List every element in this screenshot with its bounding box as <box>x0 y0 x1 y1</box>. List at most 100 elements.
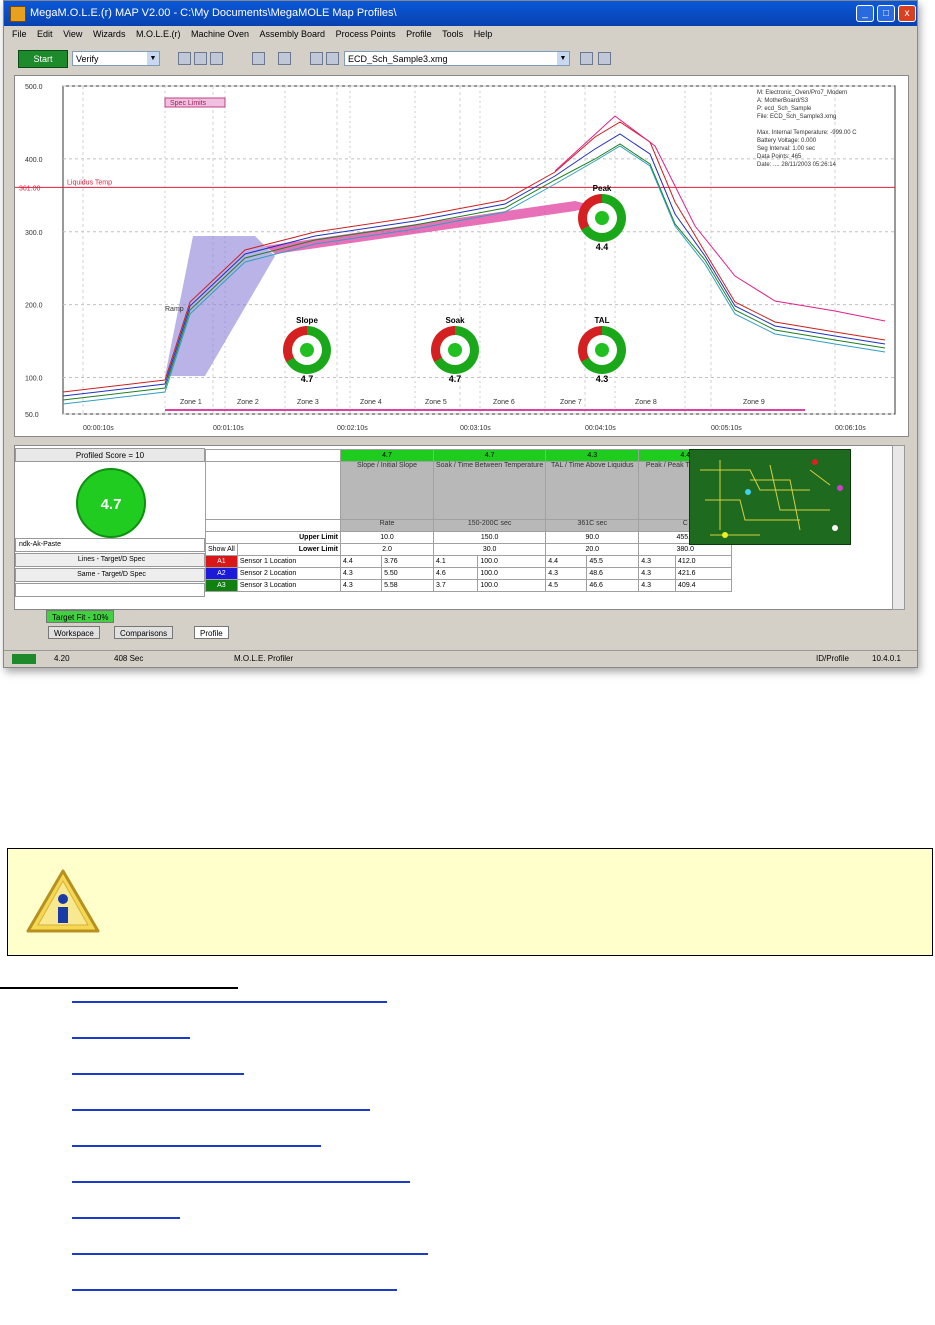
gauge-dial <box>431 326 479 374</box>
cell: 5.50 <box>381 567 434 580</box>
table-row[interactable]: A3 Sensor 3 Location 4.3 5.58 3.7 100.0 … <box>205 579 733 592</box>
sensor-name: Sensor 1 Location <box>236 555 342 568</box>
doc-link-8[interactable] <box>72 1253 428 1255</box>
copy-icon[interactable] <box>252 52 265 65</box>
menu-bar: File Edit View Wizards M.O.L.E.(r) Machi… <box>4 26 917 43</box>
minimize-button[interactable]: _ <box>856 5 874 22</box>
next-icon[interactable] <box>580 52 593 65</box>
profile-chart[interactable]: 500.0 400.0 300.0 200.0 100.0 50.0 00:00:10s 00… <box>14 75 909 437</box>
save-icon[interactable] <box>194 52 207 65</box>
menu-tools[interactable]: Tools <box>442 29 463 39</box>
zone-label: Zone 3 <box>297 399 319 406</box>
x-tick-label: 00:02:10s <box>337 425 368 432</box>
table-row[interactable]: A1 Sensor 1 Location 4.4 3.76 4.1 100.0 … <box>205 555 733 568</box>
board-traces <box>700 459 843 538</box>
chart-info-line: P: ecd_Sch_Sample <box>757 106 812 112</box>
menu-file[interactable]: File <box>12 29 27 39</box>
prev-icon[interactable] <box>326 52 339 65</box>
chart-info-line: Max. Internal Temperature: -999.00 C <box>757 130 857 136</box>
spec-label: Spec Limits <box>170 100 207 107</box>
zone-label: Zone 7 <box>560 399 582 406</box>
chart-info-line: Battery Voltage: 0.000 <box>757 138 817 144</box>
open-icon[interactable] <box>178 52 191 65</box>
last-icon[interactable] <box>598 52 611 65</box>
ramp-label: Ramp <box>165 306 184 313</box>
start-button[interactable]: Start <box>18 50 68 68</box>
section-divider <box>0 987 238 989</box>
sheet-tabs: Target Fit - 10% Workspace Comparisons P… <box>14 610 896 639</box>
doc-link-3[interactable] <box>72 1073 244 1075</box>
zoom-icon[interactable] <box>278 52 291 65</box>
gauge-value: 4.7 <box>300 374 314 384</box>
upper-limit-label: Upper Limit <box>205 531 341 544</box>
menu-view[interactable]: View <box>63 29 82 39</box>
tab-workspace[interactable]: Workspace <box>48 626 100 639</box>
cell: 421.6 <box>675 567 733 580</box>
menu-machine-oven[interactable]: Machine Oven <box>191 29 249 39</box>
doc-link-7[interactable] <box>72 1217 180 1219</box>
doc-link-1[interactable] <box>72 1001 387 1003</box>
menu-edit[interactable]: Edit <box>37 29 53 39</box>
show-all-button[interactable]: Show All <box>205 543 238 556</box>
window-title: MegaM.O.L.E.(r) MAP V2.00 - C:\My Docume… <box>30 7 397 19</box>
gauge-dial <box>283 326 331 374</box>
tab-target-fit[interactable]: Target Fit - 10% <box>46 610 115 623</box>
cell: 4.1 <box>432 555 479 568</box>
empty-row <box>15 583 205 597</box>
doc-link-4[interactable] <box>72 1109 370 1111</box>
group-score: 4.3 <box>545 449 640 462</box>
score-circle: 4.7 <box>76 468 146 538</box>
cell: 48.6 <box>586 567 640 580</box>
sensor-name: Sensor 2 Location <box>236 567 342 580</box>
lower-limit-value: 20.0 <box>545 543 640 556</box>
status-seconds: 408 Sec <box>114 654 144 663</box>
gauge-value: 4.7 <box>448 374 462 384</box>
menu-help[interactable]: Help <box>474 29 493 39</box>
upper-limit-value: 150.0 <box>432 531 547 544</box>
zone-label: Zone 8 <box>635 399 657 406</box>
cell: 4.6 <box>432 567 479 580</box>
doc-link-9[interactable] <box>72 1289 397 1291</box>
stats-table: 4.7 4.7 4.3 4.4 Slope / Initial Slope So… <box>205 449 733 592</box>
view-select[interactable]: Verify ▼ <box>72 51 160 66</box>
doc-link-2[interactable] <box>72 1037 190 1039</box>
menu-process-points[interactable]: Process Points <box>336 29 396 39</box>
tab-comparisons[interactable]: Comparisons <box>114 626 174 639</box>
maximize-button[interactable]: □ <box>877 5 895 22</box>
table-row[interactable]: A2 Sensor 2 Location 4.3 5.50 4.6 100.0 … <box>205 567 733 580</box>
menu-profile[interactable]: Profile <box>406 29 432 39</box>
info-icon <box>26 869 100 933</box>
lower-limit-value: 2.0 <box>340 543 434 556</box>
chevron-down-icon: ▼ <box>147 52 159 65</box>
cell: 100.0 <box>477 579 547 592</box>
lines-target-button[interactable]: Lines - Target/D Spec <box>15 553 205 567</box>
paste-label: ndk-Ak-Paste <box>15 538 205 552</box>
doc-link-6[interactable] <box>72 1181 410 1183</box>
status-version: 10.4.0.1 <box>872 654 901 663</box>
group-desc: TAL / Time Above Liquidus <box>545 461 640 520</box>
cell: 4.3 <box>638 567 677 580</box>
link-list <box>72 1001 428 1325</box>
vertical-scrollbar[interactable] <box>892 445 905 610</box>
menu-wizards[interactable]: Wizards <box>93 29 126 39</box>
upper-limit-value: 90.0 <box>545 531 640 544</box>
menu-assembly-board[interactable]: Assembly Board <box>260 29 326 39</box>
status-bar: 4.20 408 Sec M.O.L.E. Profiler ID/Profil… <box>4 650 917 667</box>
board-thumbnail[interactable] <box>689 449 851 545</box>
file-select[interactable]: ECD_Sch_Sample3.xmg ▼ <box>344 51 570 66</box>
gauge-label: Soak <box>445 316 465 325</box>
group-unit: 150-200C sec <box>432 519 547 532</box>
gauge-value: 4.3 <box>595 374 609 384</box>
x-tick-label: 00:01:10s <box>213 425 244 432</box>
x-tick-label: 00:06:10s <box>835 425 866 432</box>
close-button[interactable]: x <box>898 5 916 22</box>
print-icon[interactable] <box>210 52 223 65</box>
menu-mole[interactable]: M.O.L.E.(r) <box>136 29 181 39</box>
first-icon[interactable] <box>310 52 323 65</box>
same-target-button[interactable]: Same - Target/D Spec <box>15 568 205 582</box>
doc-link-5[interactable] <box>72 1145 321 1147</box>
tab-profile[interactable]: Profile <box>194 626 229 639</box>
cell: 5.58 <box>381 579 434 592</box>
zone-label: Zone 5 <box>425 399 447 406</box>
sensor-tag: A3 <box>205 579 238 592</box>
